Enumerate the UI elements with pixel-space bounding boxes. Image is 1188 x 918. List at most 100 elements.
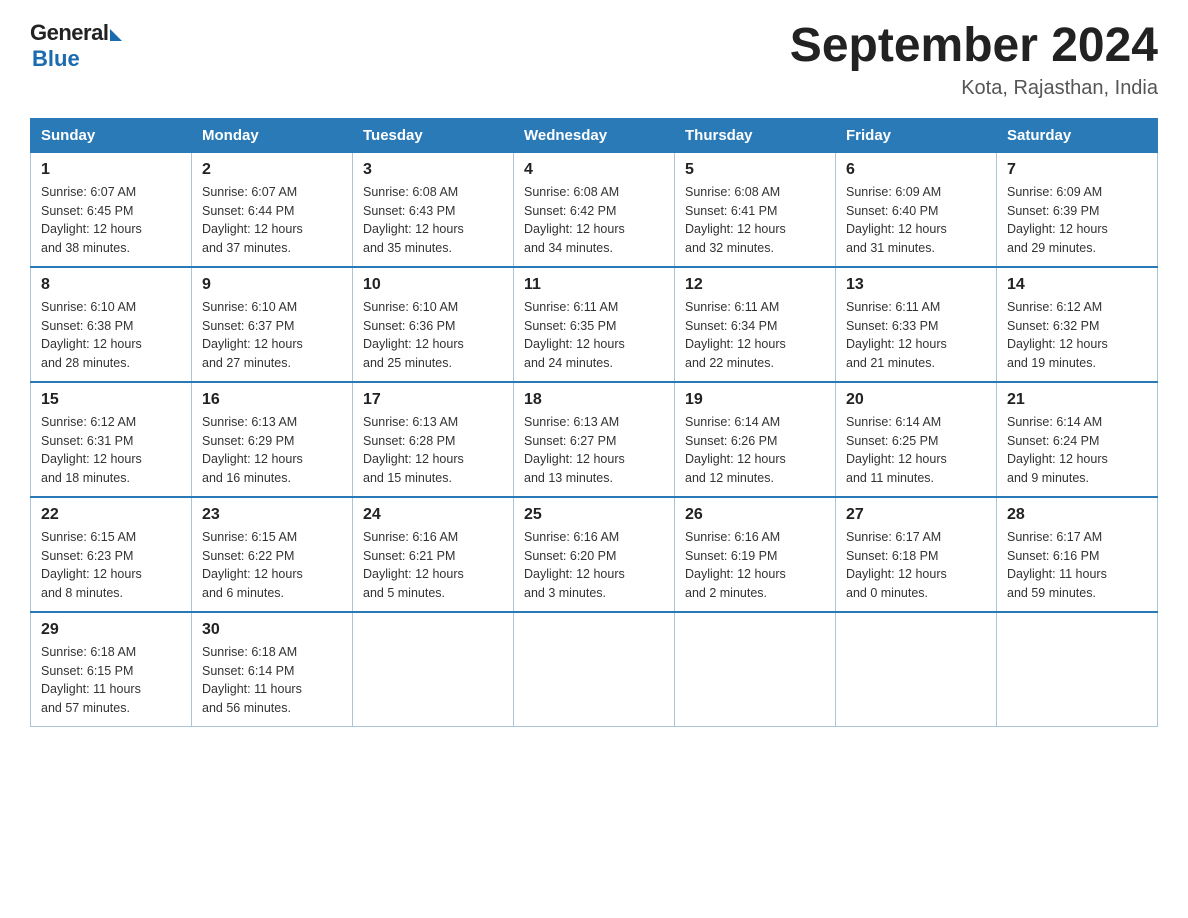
day-info: Sunrise: 6:15 AM Sunset: 6:23 PM Dayligh… (41, 528, 181, 603)
day-number: 28 (1007, 506, 1147, 524)
day-cell: 30Sunrise: 6:18 AM Sunset: 6:14 PM Dayli… (192, 612, 353, 727)
day-cell: 7Sunrise: 6:09 AM Sunset: 6:39 PM Daylig… (997, 152, 1158, 267)
day-info: Sunrise: 6:13 AM Sunset: 6:29 PM Dayligh… (202, 413, 342, 488)
header-cell-wednesday: Wednesday (514, 118, 675, 152)
day-number: 29 (41, 621, 181, 639)
day-info: Sunrise: 6:07 AM Sunset: 6:45 PM Dayligh… (41, 183, 181, 258)
day-number: 11 (524, 276, 664, 294)
day-number: 10 (363, 276, 503, 294)
day-number: 23 (202, 506, 342, 524)
day-info: Sunrise: 6:09 AM Sunset: 6:40 PM Dayligh… (846, 183, 986, 258)
day-info: Sunrise: 6:12 AM Sunset: 6:32 PM Dayligh… (1007, 298, 1147, 373)
day-number: 14 (1007, 276, 1147, 294)
day-info: Sunrise: 6:14 AM Sunset: 6:24 PM Dayligh… (1007, 413, 1147, 488)
day-number: 9 (202, 276, 342, 294)
week-row-1: 1 Sunrise: 6:07 AM Sunset: 6:45 PM Daylig… (31, 152, 1158, 267)
day-cell: 6 Sunrise: 6:09 AM Sunset: 6:40 PM Daylig… (836, 152, 997, 267)
header-cell-friday: Friday (836, 118, 997, 152)
logo-triangle-icon (110, 29, 122, 41)
day-number: 27 (846, 506, 986, 524)
day-info: Sunrise: 6:14 AM Sunset: 6:26 PM Dayligh… (685, 413, 825, 488)
day-number: 18 (524, 391, 664, 409)
day-number: 3 (363, 161, 503, 179)
day-info: Sunrise: 6:08 AM Sunset: 6:41 PM Dayligh… (685, 183, 825, 258)
day-cell: 17 Sunrise: 6:13 AM Sunset: 6:28 PM Dayli… (353, 382, 514, 497)
day-cell (997, 612, 1158, 727)
day-cell: 8 Sunrise: 6:10 AM Sunset: 6:38 PM Daylig… (31, 267, 192, 382)
day-info: Sunrise: 6:07 AM Sunset: 6:44 PM Dayligh… (202, 183, 342, 258)
day-cell: 28 Sunrise: 6:17 AM Sunset: 6:16 PM Dayli… (997, 497, 1158, 612)
day-info: Sunrise: 6:08 AM Sunset: 6:42 PM Dayligh… (524, 183, 664, 258)
day-number: 8 (41, 276, 181, 294)
week-row-3: 15Sunrise: 6:12 AM Sunset: 6:31 PM Dayli… (31, 382, 1158, 497)
day-cell: 10 Sunrise: 6:10 AM Sunset: 6:36 PM Dayli… (353, 267, 514, 382)
day-cell (675, 612, 836, 727)
day-info: Sunrise: 6:11 AM Sunset: 6:33 PM Dayligh… (846, 298, 986, 373)
day-info: Sunrise: 6:16 AM Sunset: 6:19 PM Dayligh… (685, 528, 825, 603)
day-cell: 11 Sunrise: 6:11 AM Sunset: 6:35 PM Dayli… (514, 267, 675, 382)
day-number: 22 (41, 506, 181, 524)
day-number: 2 (202, 161, 342, 179)
day-cell: 21 Sunrise: 6:14 AM Sunset: 6:24 PM Dayli… (997, 382, 1158, 497)
day-cell (353, 612, 514, 727)
day-cell: 9 Sunrise: 6:10 AM Sunset: 6:37 PM Daylig… (192, 267, 353, 382)
day-info: Sunrise: 6:18 AM Sunset: 6:15 PM Dayligh… (41, 643, 181, 718)
day-cell: 18 Sunrise: 6:13 AM Sunset: 6:27 PM Dayli… (514, 382, 675, 497)
day-number: 13 (846, 276, 986, 294)
calendar-header: SundayMondayTuesdayWednesdayThursdayFrid… (31, 118, 1158, 152)
day-number: 19 (685, 391, 825, 409)
day-info: Sunrise: 6:13 AM Sunset: 6:28 PM Dayligh… (363, 413, 503, 488)
sub-title: Kota, Rajasthan, India (790, 77, 1158, 100)
day-number: 17 (363, 391, 503, 409)
day-cell: 2 Sunrise: 6:07 AM Sunset: 6:44 PM Daylig… (192, 152, 353, 267)
week-row-2: 8 Sunrise: 6:10 AM Sunset: 6:38 PM Daylig… (31, 267, 1158, 382)
day-info: Sunrise: 6:17 AM Sunset: 6:18 PM Dayligh… (846, 528, 986, 603)
day-info: Sunrise: 6:17 AM Sunset: 6:16 PM Dayligh… (1007, 528, 1147, 603)
day-cell: 29 Sunrise: 6:18 AM Sunset: 6:15 PM Dayli… (31, 612, 192, 727)
day-info: Sunrise: 6:12 AM Sunset: 6:31 PM Dayligh… (41, 413, 181, 488)
logo-general-text: General (30, 20, 108, 46)
day-cell: 16 Sunrise: 6:13 AM Sunset: 6:29 PM Dayli… (192, 382, 353, 497)
day-number: 20 (846, 391, 986, 409)
day-cell: 22 Sunrise: 6:15 AM Sunset: 6:23 PM Dayli… (31, 497, 192, 612)
day-number: 24 (363, 506, 503, 524)
day-info: Sunrise: 6:13 AM Sunset: 6:27 PM Dayligh… (524, 413, 664, 488)
week-row-5: 29 Sunrise: 6:18 AM Sunset: 6:15 PM Dayli… (31, 612, 1158, 727)
day-info: Sunrise: 6:10 AM Sunset: 6:36 PM Dayligh… (363, 298, 503, 373)
day-number: 12 (685, 276, 825, 294)
day-cell: 26 Sunrise: 6:16 AM Sunset: 6:19 PM Dayli… (675, 497, 836, 612)
header-row: SundayMondayTuesdayWednesdayThursdayFrid… (31, 118, 1158, 152)
day-cell: 13 Sunrise: 6:11 AM Sunset: 6:33 PM Dayli… (836, 267, 997, 382)
day-number: 5 (685, 161, 825, 179)
day-cell: 1 Sunrise: 6:07 AM Sunset: 6:45 PM Daylig… (31, 152, 192, 267)
week-row-4: 22 Sunrise: 6:15 AM Sunset: 6:23 PM Dayli… (31, 497, 1158, 612)
day-info: Sunrise: 6:15 AM Sunset: 6:22 PM Dayligh… (202, 528, 342, 603)
day-info: Sunrise: 6:09 AM Sunset: 6:39 PM Dayligh… (1007, 183, 1147, 258)
main-title: September 2024 (790, 20, 1158, 73)
calendar-table: SundayMondayTuesdayWednesdayThursdayFrid… (30, 118, 1158, 727)
day-number: 30 (202, 621, 342, 639)
day-number: 4 (524, 161, 664, 179)
day-cell: 15Sunrise: 6:12 AM Sunset: 6:31 PM Dayli… (31, 382, 192, 497)
day-info: Sunrise: 6:14 AM Sunset: 6:25 PM Dayligh… (846, 413, 986, 488)
day-number: 26 (685, 506, 825, 524)
day-info: Sunrise: 6:11 AM Sunset: 6:35 PM Dayligh… (524, 298, 664, 373)
day-cell: 3 Sunrise: 6:08 AM Sunset: 6:43 PM Daylig… (353, 152, 514, 267)
day-info: Sunrise: 6:16 AM Sunset: 6:21 PM Dayligh… (363, 528, 503, 603)
day-number: 1 (41, 161, 181, 179)
day-number: 16 (202, 391, 342, 409)
day-info: Sunrise: 6:08 AM Sunset: 6:43 PM Dayligh… (363, 183, 503, 258)
page-header: General Blue September 2024 Kota, Rajast… (30, 20, 1158, 100)
header-cell-thursday: Thursday (675, 118, 836, 152)
day-info: Sunrise: 6:11 AM Sunset: 6:34 PM Dayligh… (685, 298, 825, 373)
day-number: 6 (846, 161, 986, 179)
day-cell: 19 Sunrise: 6:14 AM Sunset: 6:26 PM Dayli… (675, 382, 836, 497)
header-cell-saturday: Saturday (997, 118, 1158, 152)
day-cell (514, 612, 675, 727)
day-info: Sunrise: 6:10 AM Sunset: 6:37 PM Dayligh… (202, 298, 342, 373)
header-cell-tuesday: Tuesday (353, 118, 514, 152)
day-cell: 5 Sunrise: 6:08 AM Sunset: 6:41 PM Daylig… (675, 152, 836, 267)
day-info: Sunrise: 6:10 AM Sunset: 6:38 PM Dayligh… (41, 298, 181, 373)
day-number: 21 (1007, 391, 1147, 409)
day-info: Sunrise: 6:16 AM Sunset: 6:20 PM Dayligh… (524, 528, 664, 603)
